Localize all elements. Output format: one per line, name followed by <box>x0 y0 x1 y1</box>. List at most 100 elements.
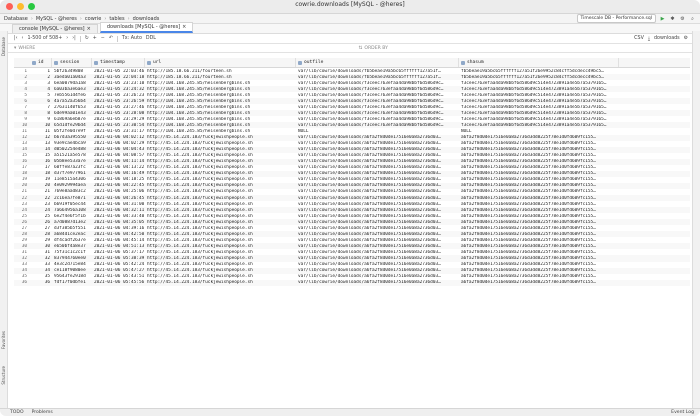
cell-id[interactable]: 16 <box>30 159 52 164</box>
cell-url[interactable]: http://45.14.224.183/fuckjewishpeople.sh <box>145 268 296 273</box>
cell-url[interactable]: http://45.14.224.183/fuckjewishpeople.sh <box>145 202 296 207</box>
cell-url[interactable]: http://104.168.245.85/heisenbergbins.sh <box>145 87 296 92</box>
cell-timestamp[interactable]: 2021-01-06 04:51:13 <box>92 244 145 249</box>
close-icon[interactable]: × <box>182 23 186 31</box>
cell-outfile[interactable]: var/lib/cowrie/downloads/a6fa2f8d0de1751… <box>296 220 459 225</box>
database-tool-tab[interactable]: Database <box>1 37 6 56</box>
cell-timestamp[interactable]: 2021-01-06 04:35:05 <box>92 220 145 225</box>
cell-shasum[interactable]: a6fa2f8d0de17516e0a8a2736d3dd8225f78e1d0… <box>459 159 619 164</box>
table-row[interactable]: 8 8 6de99aa01e43 2021-01-05 23:28:08 http://… <box>14 110 690 117</box>
cell-outfile[interactable]: var/lib/cowrie/downloads/a6fa2f8d0de1751… <box>296 268 459 273</box>
cell-outfile[interactable]: var/lib/cowrie/downloads/f3ceec763efaa4d… <box>296 87 459 92</box>
table-row[interactable]: 4 4 6a03ba3e6ae3 2021-01-05 23:24:32 http://… <box>14 86 690 93</box>
cell-session[interactable]: 75f31c1c2c1f <box>52 250 92 255</box>
cell-id[interactable]: 20 <box>30 183 52 188</box>
table-row[interactable]: 30 30 e650bf4a8e37 2021-01-06 04:51:13 http:… <box>14 243 690 250</box>
table-row[interactable]: 2 2 3aeda01a04a3 2021-01-05 22:04:18 http://… <box>14 74 690 81</box>
favorites-tool-tab[interactable]: Favorites <box>1 331 6 349</box>
todo-tab[interactable]: TODO <box>10 410 24 415</box>
cell-id[interactable]: 29 <box>30 238 52 243</box>
cell-shasum[interactable]: a6fa2f8d0de17516e0a8a2736d3dd8225f78e1d0… <box>459 244 619 249</box>
cell-session[interactable]: ce118f9080ee <box>52 268 92 273</box>
breadcrumb-tables[interactable]: tables <box>109 16 124 22</box>
cell-session[interactable]: 6e2f4e6f5f1b <box>52 214 92 219</box>
table-row[interactable]: 15 15 a51521a5e578 2021-01-06 04:08:57 http:… <box>14 153 690 159</box>
cell-url[interactable]: http://45.14.224.183/fuckjewishpeople.sh <box>145 220 296 225</box>
cell-shasum[interactable]: a6fa2f8d0de17516e0a8a2736d3dd8225f78e1d0… <box>459 177 619 182</box>
cell-url[interactable]: http://104.168.245.85/heisenbergbins.sh <box>145 93 296 98</box>
cell-id[interactable]: 6 <box>30 99 52 104</box>
cell-url[interactable]: http://45.14.224.183/fuckjewishpeople.sh <box>145 274 296 279</box>
cell-shasum[interactable]: a6fa2f8d0de17516e0a8a2736d3dd8225f78e1d0… <box>459 280 619 285</box>
cell-outfile[interactable]: var/lib/cowrie/downloads/a6fa2f8d0de1751… <box>296 147 459 152</box>
add-row-icon[interactable]: + <box>93 35 97 42</box>
cell-id[interactable]: 12 <box>30 135 52 140</box>
download-icon[interactable]: ⤓ <box>648 35 650 42</box>
cell-session[interactable]: 4e0929994aea <box>52 183 92 188</box>
cell-url[interactable]: http://185.18.66.211/fourteen.sh <box>145 75 296 80</box>
cell-shasum[interactable]: a6fa2f8d0de17516e0a8a2736d3dd8225f78e1d0… <box>459 250 619 255</box>
cell-outfile[interactable]: var/lib/cowrie/downloads/f3ceec763efaa4d… <box>296 105 459 110</box>
cell-timestamp[interactable]: 2021-01-06 05:38:39 <box>92 256 145 261</box>
cell-session[interactable]: d0502254e488 <box>52 147 92 152</box>
cell-outfile[interactable]: var/lib/cowrie/downloads/a6fa2f8d0de1751… <box>296 189 459 194</box>
cell-session[interactable]: 6de99aa01e43 <box>52 111 92 116</box>
cell-url[interactable]: http://45.14.224.183/fuckjewishpeople.sh <box>145 159 296 164</box>
run-icon[interactable]: ▶ <box>659 15 666 22</box>
ddl-button[interactable]: DDL <box>146 35 156 42</box>
cell-outfile[interactable]: var/lib/cowrie/downloads/fb5beae19a5bc65… <box>296 75 459 80</box>
cell-session[interactable]: df4cadf2637e <box>52 238 92 243</box>
cell-outfile[interactable]: var/lib/cowrie/downloads/fb5beae19a5bc65… <box>296 69 459 74</box>
cell-shasum[interactable]: a6fa2f8d0de17516e0a8a2736d3dd8225f78e1d0… <box>459 171 619 176</box>
cell-shasum[interactable]: a6fa2f8d0de17516e0a8a2736d3dd8225f78e1d0… <box>459 141 619 146</box>
cell-id[interactable]: 27 <box>30 226 52 231</box>
tab-downloads[interactable]: downloads [MySQL - @heres] × <box>99 22 194 33</box>
cell-timestamp[interactable]: 2021-01-05 23:31:17 <box>92 129 145 134</box>
cell-id[interactable]: 2 <box>30 75 52 80</box>
cell-id[interactable]: 14 <box>30 147 52 152</box>
cell-id[interactable]: 13 <box>30 141 52 146</box>
table-row[interactable]: 12 12 b67d3a395550 2021-01-06 04:02:12 http:… <box>14 134 690 141</box>
table-row[interactable]: 10 10 65d1dfe29bd4 2021-01-05 23:30:54 http:… <box>14 122 690 129</box>
cell-id[interactable]: 25 <box>30 214 52 219</box>
cell-timestamp[interactable]: 2021-01-06 04:02:12 <box>92 135 145 140</box>
cell-id[interactable]: 5 <box>30 93 52 98</box>
cell-outfile[interactable]: var/lib/cowrie/downloads/f3ceec763efaa4d… <box>296 111 459 116</box>
cell-session[interactable]: 5bf26349808 <box>52 69 92 74</box>
structure-tool-tab[interactable]: Structure <box>1 366 6 385</box>
cell-timestamp[interactable]: 2021-01-06 04:42:50 <box>92 232 145 237</box>
cell-id[interactable]: 7 <box>30 105 52 110</box>
table-row[interactable]: 3 3 6ea0079da1a8 2021-01-05 23:23:10 http://… <box>14 80 690 86</box>
cell-outfile[interactable]: var/lib/cowrie/downloads/a6fa2f8d0de1751… <box>296 238 459 243</box>
cell-timestamp[interactable]: 2021-01-06 04:08:57 <box>92 153 145 158</box>
cell-id[interactable]: 23 <box>30 202 52 207</box>
export-format-select[interactable]: CSV <box>634 35 644 42</box>
table-row[interactable]: 31 31 75f31c1c2c1f 2021-01-06 05:37:17 http:… <box>14 249 690 255</box>
cell-id[interactable]: 15 <box>30 153 52 158</box>
cell-shasum[interactable]: a6fa2f8d0de17516e0a8a2736d3dd8225f78e1d0… <box>459 226 619 231</box>
table-row[interactable]: 21 21 769e8aad83c2 2021-01-06 04:25:06 http:… <box>14 189 690 195</box>
cell-outfile[interactable]: NULL <box>296 129 459 134</box>
cell-id[interactable]: 24 <box>30 208 52 213</box>
cell-id[interactable]: 9 <box>30 117 52 122</box>
cell-timestamp[interactable]: 2021-01-06 05:42:24 <box>92 262 145 267</box>
cell-url[interactable]: http://45.14.224.183/fuckjewishpeople.sh <box>145 196 296 201</box>
cell-url[interactable]: http://104.168.245.85/heisenbergbins.sh <box>145 111 296 116</box>
cell-url[interactable]: http://45.14.224.183/fuckjewishpeople.sh <box>145 262 296 267</box>
column-header-shasum[interactable]: shasum <box>459 58 619 67</box>
debug-icon[interactable]: ✱ <box>669 15 676 22</box>
cell-shasum[interactable]: f3ceec763efaa4da98bbf6d586d9c514e4723891… <box>459 87 619 92</box>
cell-session[interactable]: a7d0887d13e2 <box>52 220 92 225</box>
table-row[interactable]: 16 16 05b8ee533a7e 2021-01-06 04:11:14 http:… <box>14 158 690 165</box>
cell-timestamp[interactable]: 2021-01-06 04:31:00 <box>92 202 145 207</box>
table-row[interactable]: 9 9 61869a6eb87e 2021-01-05 23:29:29 http://… <box>14 116 690 122</box>
table-row[interactable]: 29 29 df4cadf2637e 2021-01-06 04:45:14 http:… <box>14 237 690 243</box>
cell-id[interactable]: 34 <box>30 268 52 273</box>
cell-id[interactable]: 19 <box>30 177 52 182</box>
cell-shasum[interactable]: f3ceec763efaa4da98bbf6d586d9c514e4723891… <box>459 99 619 104</box>
cell-id[interactable]: 18 <box>30 171 52 176</box>
cell-session[interactable]: b67d3a395550 <box>52 135 92 140</box>
cell-url[interactable]: http://45.14.224.183/fuckjewishpeople.sh <box>145 232 296 237</box>
cell-outfile[interactable]: var/lib/cowrie/downloads/a6fa2f8d0de1751… <box>296 214 459 219</box>
settings-icon[interactable]: ⚙ <box>679 15 686 22</box>
